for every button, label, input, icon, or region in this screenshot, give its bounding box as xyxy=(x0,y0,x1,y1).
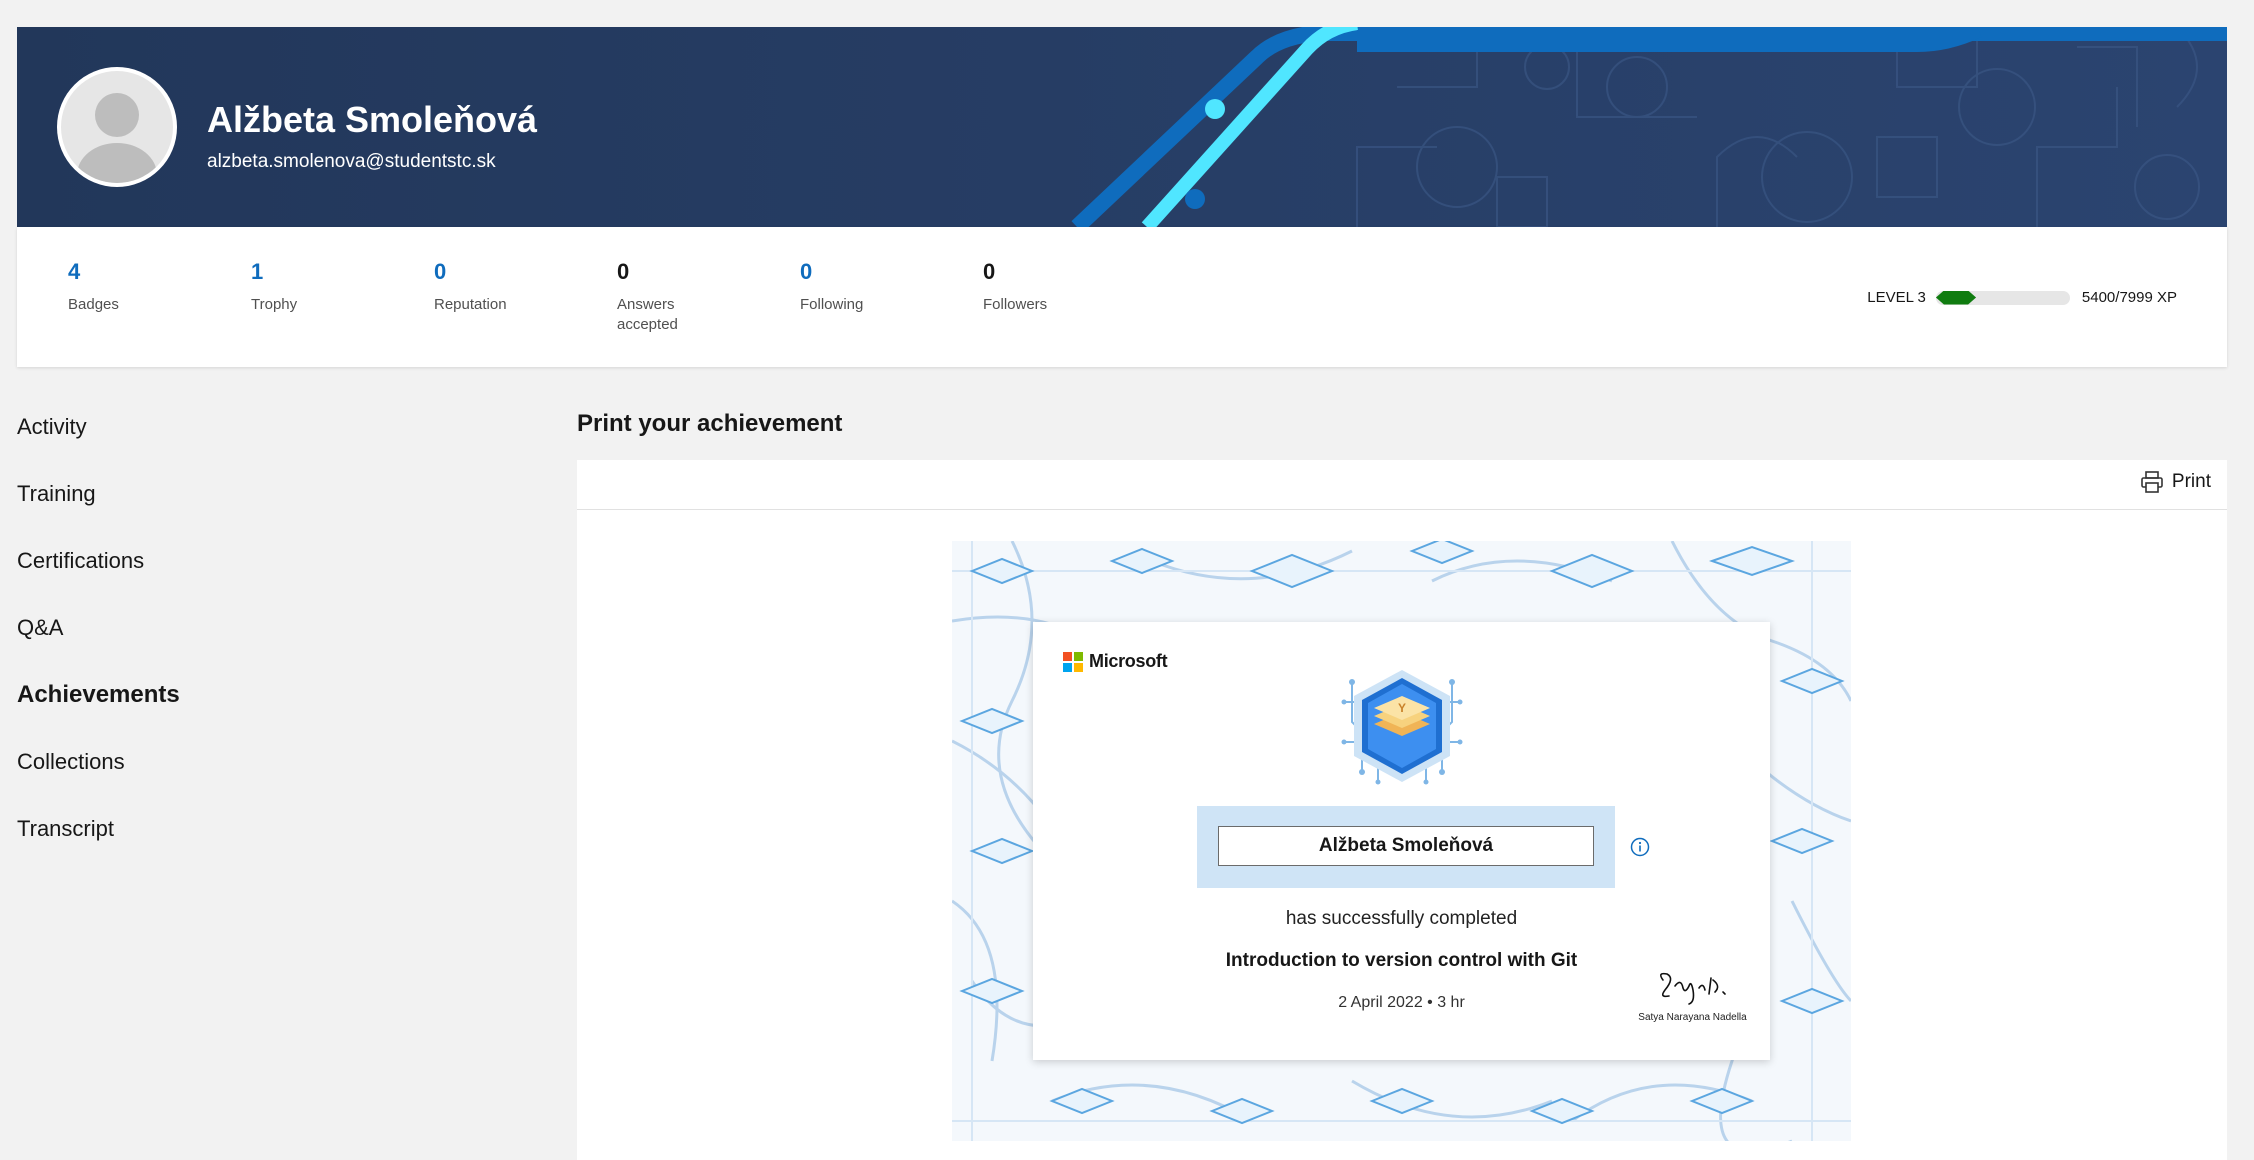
profile-email: alzbeta.smolenova@studentstc.sk xyxy=(207,151,496,172)
stat-reputation[interactable]: 0 Reputation xyxy=(434,259,534,315)
profile-banner: Alžbeta Smoleňová alzbeta.smolenova@stud… xyxy=(17,27,2227,227)
nav-item-training[interactable]: Training xyxy=(17,481,96,507)
info-icon[interactable] xyxy=(1630,837,1650,857)
stat-answers-accepted: 0 Answers accepted xyxy=(617,259,687,335)
stat-label: Answers accepted xyxy=(617,296,678,333)
stat-value: 0 xyxy=(983,259,996,284)
stat-value: 0 xyxy=(434,259,447,284)
nav-item-achievements[interactable]: Achievements xyxy=(17,681,180,709)
stat-label: Badges xyxy=(68,296,119,313)
stat-value: 4 xyxy=(68,259,81,284)
nav-item-activity[interactable]: Activity xyxy=(17,414,87,440)
recipient-name-band: Alžbeta Smoleňová xyxy=(1197,806,1615,888)
profile-name: Alžbeta Smoleňová xyxy=(207,99,538,140)
default-user-icon xyxy=(77,93,157,183)
profile-stats: 4 Badges 1 Trophy 0 Reputation 0 Answers… xyxy=(17,227,2227,367)
stat-following[interactable]: 0 Following xyxy=(800,259,900,315)
xp-total: /7999 XP xyxy=(2115,289,2177,306)
brand-name: Microsoft xyxy=(1089,651,1168,671)
nav-item-certifications[interactable]: Certifications xyxy=(17,548,144,574)
stat-followers: 0 Followers xyxy=(983,259,1083,315)
stat-value: 0 xyxy=(800,259,813,284)
level-label: LEVEL 3 xyxy=(1867,289,1926,306)
xp-progress-fill xyxy=(1936,291,1976,305)
git-badge-icon: Y xyxy=(1341,670,1463,785)
recipient-name: Alžbeta Smoleňová xyxy=(1218,826,1594,866)
stat-label: Reputation xyxy=(434,296,507,313)
stat-value: 0 xyxy=(617,259,630,284)
stat-label: Trophy xyxy=(251,296,298,313)
print-label: Print xyxy=(2171,471,2211,492)
nav-item-collections[interactable]: Collections xyxy=(17,749,125,775)
avatar[interactable] xyxy=(57,67,177,187)
stat-label: Following xyxy=(800,296,864,313)
stat-label: Followers xyxy=(983,296,1048,313)
signer-name: Satya Narayana Nadella xyxy=(1638,1012,1747,1023)
printer-icon xyxy=(2141,471,2163,493)
panel-toolbar: Print xyxy=(577,460,2227,510)
microsoft-logo-icon xyxy=(1063,651,1083,672)
xp-progress-bar xyxy=(1935,290,2070,305)
xp-current: 5400 xyxy=(2081,289,2116,306)
stat-trophy[interactable]: 1 Trophy xyxy=(251,259,351,315)
microsoft-logo: Microsoft xyxy=(1063,651,1168,672)
print-button[interactable]: Print xyxy=(2140,470,2211,494)
signature-image xyxy=(1659,972,1726,1005)
page-title: Print your achievement xyxy=(577,410,843,437)
svg-text:Y: Y xyxy=(1398,701,1406,715)
level-progress: LEVEL 3 5400/7999 XP xyxy=(1867,289,2177,306)
stat-value: 1 xyxy=(251,259,264,284)
stat-badges[interactable]: 4 Badges xyxy=(68,259,168,315)
nav-item-transcript[interactable]: Transcript xyxy=(17,816,114,842)
nav-item-qna[interactable]: Q&A xyxy=(17,615,63,641)
completion-text: has successfully completed xyxy=(1285,908,1518,929)
